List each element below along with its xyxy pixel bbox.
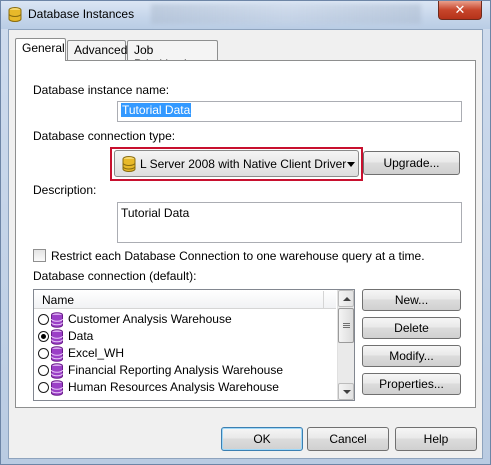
list-item[interactable]: Data <box>36 328 334 345</box>
list-item[interactable]: Financial Reporting Analysis Warehouse <box>36 362 334 379</box>
description-textarea[interactable]: Tutorial Data <box>117 202 462 243</box>
restrict-label: Restrict each Database Connection to one… <box>51 249 425 263</box>
grip-line <box>343 325 350 326</box>
list-item[interactable]: Human Resources Analysis Warehouse <box>36 379 334 396</box>
connection-type-label: Database connection type: <box>33 129 176 143</box>
list-item-label: Customer Analysis Warehouse <box>68 312 232 326</box>
help-button[interactable]: Help <box>395 427 477 451</box>
new-button[interactable]: New... <box>362 289 461 311</box>
title-bar[interactable]: Database Instances ✕ <box>1 1 490 29</box>
database-icon <box>8 7 22 22</box>
title-bar-blur <box>151 4 421 24</box>
instance-name-input[interactable]: Tutorial Data <box>117 101 462 122</box>
tab-job-prioritization[interactable]: Job Prioritization <box>127 40 218 71</box>
database-icon <box>51 312 63 328</box>
delete-button[interactable]: Delete <box>362 317 461 339</box>
list-item[interactable]: Excel_WH <box>36 345 334 362</box>
connection-type-value: L Server 2008 with Native Client Driver <box>140 157 347 171</box>
database-icon <box>122 156 136 172</box>
list-scrollbar[interactable] <box>337 290 354 400</box>
radio-button[interactable] <box>38 348 49 359</box>
ok-button[interactable]: OK <box>221 427 303 451</box>
list-item-label: Human Resources Analysis Warehouse <box>68 380 279 394</box>
grip-line <box>343 327 350 328</box>
instance-name-label: Database instance name: <box>33 83 170 97</box>
radio-button[interactable] <box>38 314 49 325</box>
description-label: Description: <box>33 183 97 197</box>
database-icon <box>51 346 63 362</box>
radio-button[interactable] <box>38 382 49 393</box>
radio-button-selected[interactable] <box>38 331 49 342</box>
arrow-up-icon <box>343 297 351 301</box>
chevron-down-icon[interactable] <box>347 162 355 167</box>
database-icon <box>51 329 63 345</box>
list-header[interactable]: Name <box>34 290 336 309</box>
list-item-label: Excel_WH <box>68 346 125 360</box>
grip-line <box>343 323 350 324</box>
tab-general[interactable]: General <box>15 38 66 61</box>
dialog-client-area: General Advanced Job Prioritization Data… <box>8 29 483 459</box>
window-title: Database Instances <box>28 7 135 21</box>
arrow-down-icon <box>343 390 351 394</box>
list-header-name: Name <box>42 293 75 307</box>
scroll-thumb[interactable] <box>338 308 354 343</box>
scroll-up-button[interactable] <box>338 290 354 307</box>
connection-default-label: Database connection (default): <box>33 269 197 283</box>
list-item-label: Data <box>68 329 94 343</box>
properties-button[interactable]: Properties... <box>362 373 461 395</box>
connection-type-select[interactable]: L Server 2008 with Native Client Driver <box>114 150 359 177</box>
close-button[interactable]: ✕ <box>438 1 482 20</box>
scroll-down-button[interactable] <box>338 383 354 400</box>
modify-button[interactable]: Modify... <box>362 345 461 367</box>
database-icon <box>51 380 63 396</box>
connection-list[interactable]: Name Customer Analysis Warehouse Data Ex… <box>33 289 355 401</box>
database-instances-window: Database Instances ✕ General Advanced Jo… <box>0 0 491 465</box>
list-header-name-column[interactable] <box>36 291 324 308</box>
restrict-checkbox[interactable] <box>33 249 46 262</box>
radio-button[interactable] <box>38 365 49 376</box>
instance-name-value: Tutorial Data <box>121 103 192 117</box>
general-tab-panel: Database instance name: Tutorial Data Da… <box>15 60 476 408</box>
cancel-button[interactable]: Cancel <box>307 427 389 451</box>
list-item-label: Financial Reporting Analysis Warehouse <box>68 363 283 377</box>
list-item[interactable]: Customer Analysis Warehouse <box>36 311 334 328</box>
database-icon <box>51 363 63 379</box>
tab-advanced[interactable]: Advanced <box>67 40 127 60</box>
upgrade-button[interactable]: Upgrade... <box>363 151 460 175</box>
